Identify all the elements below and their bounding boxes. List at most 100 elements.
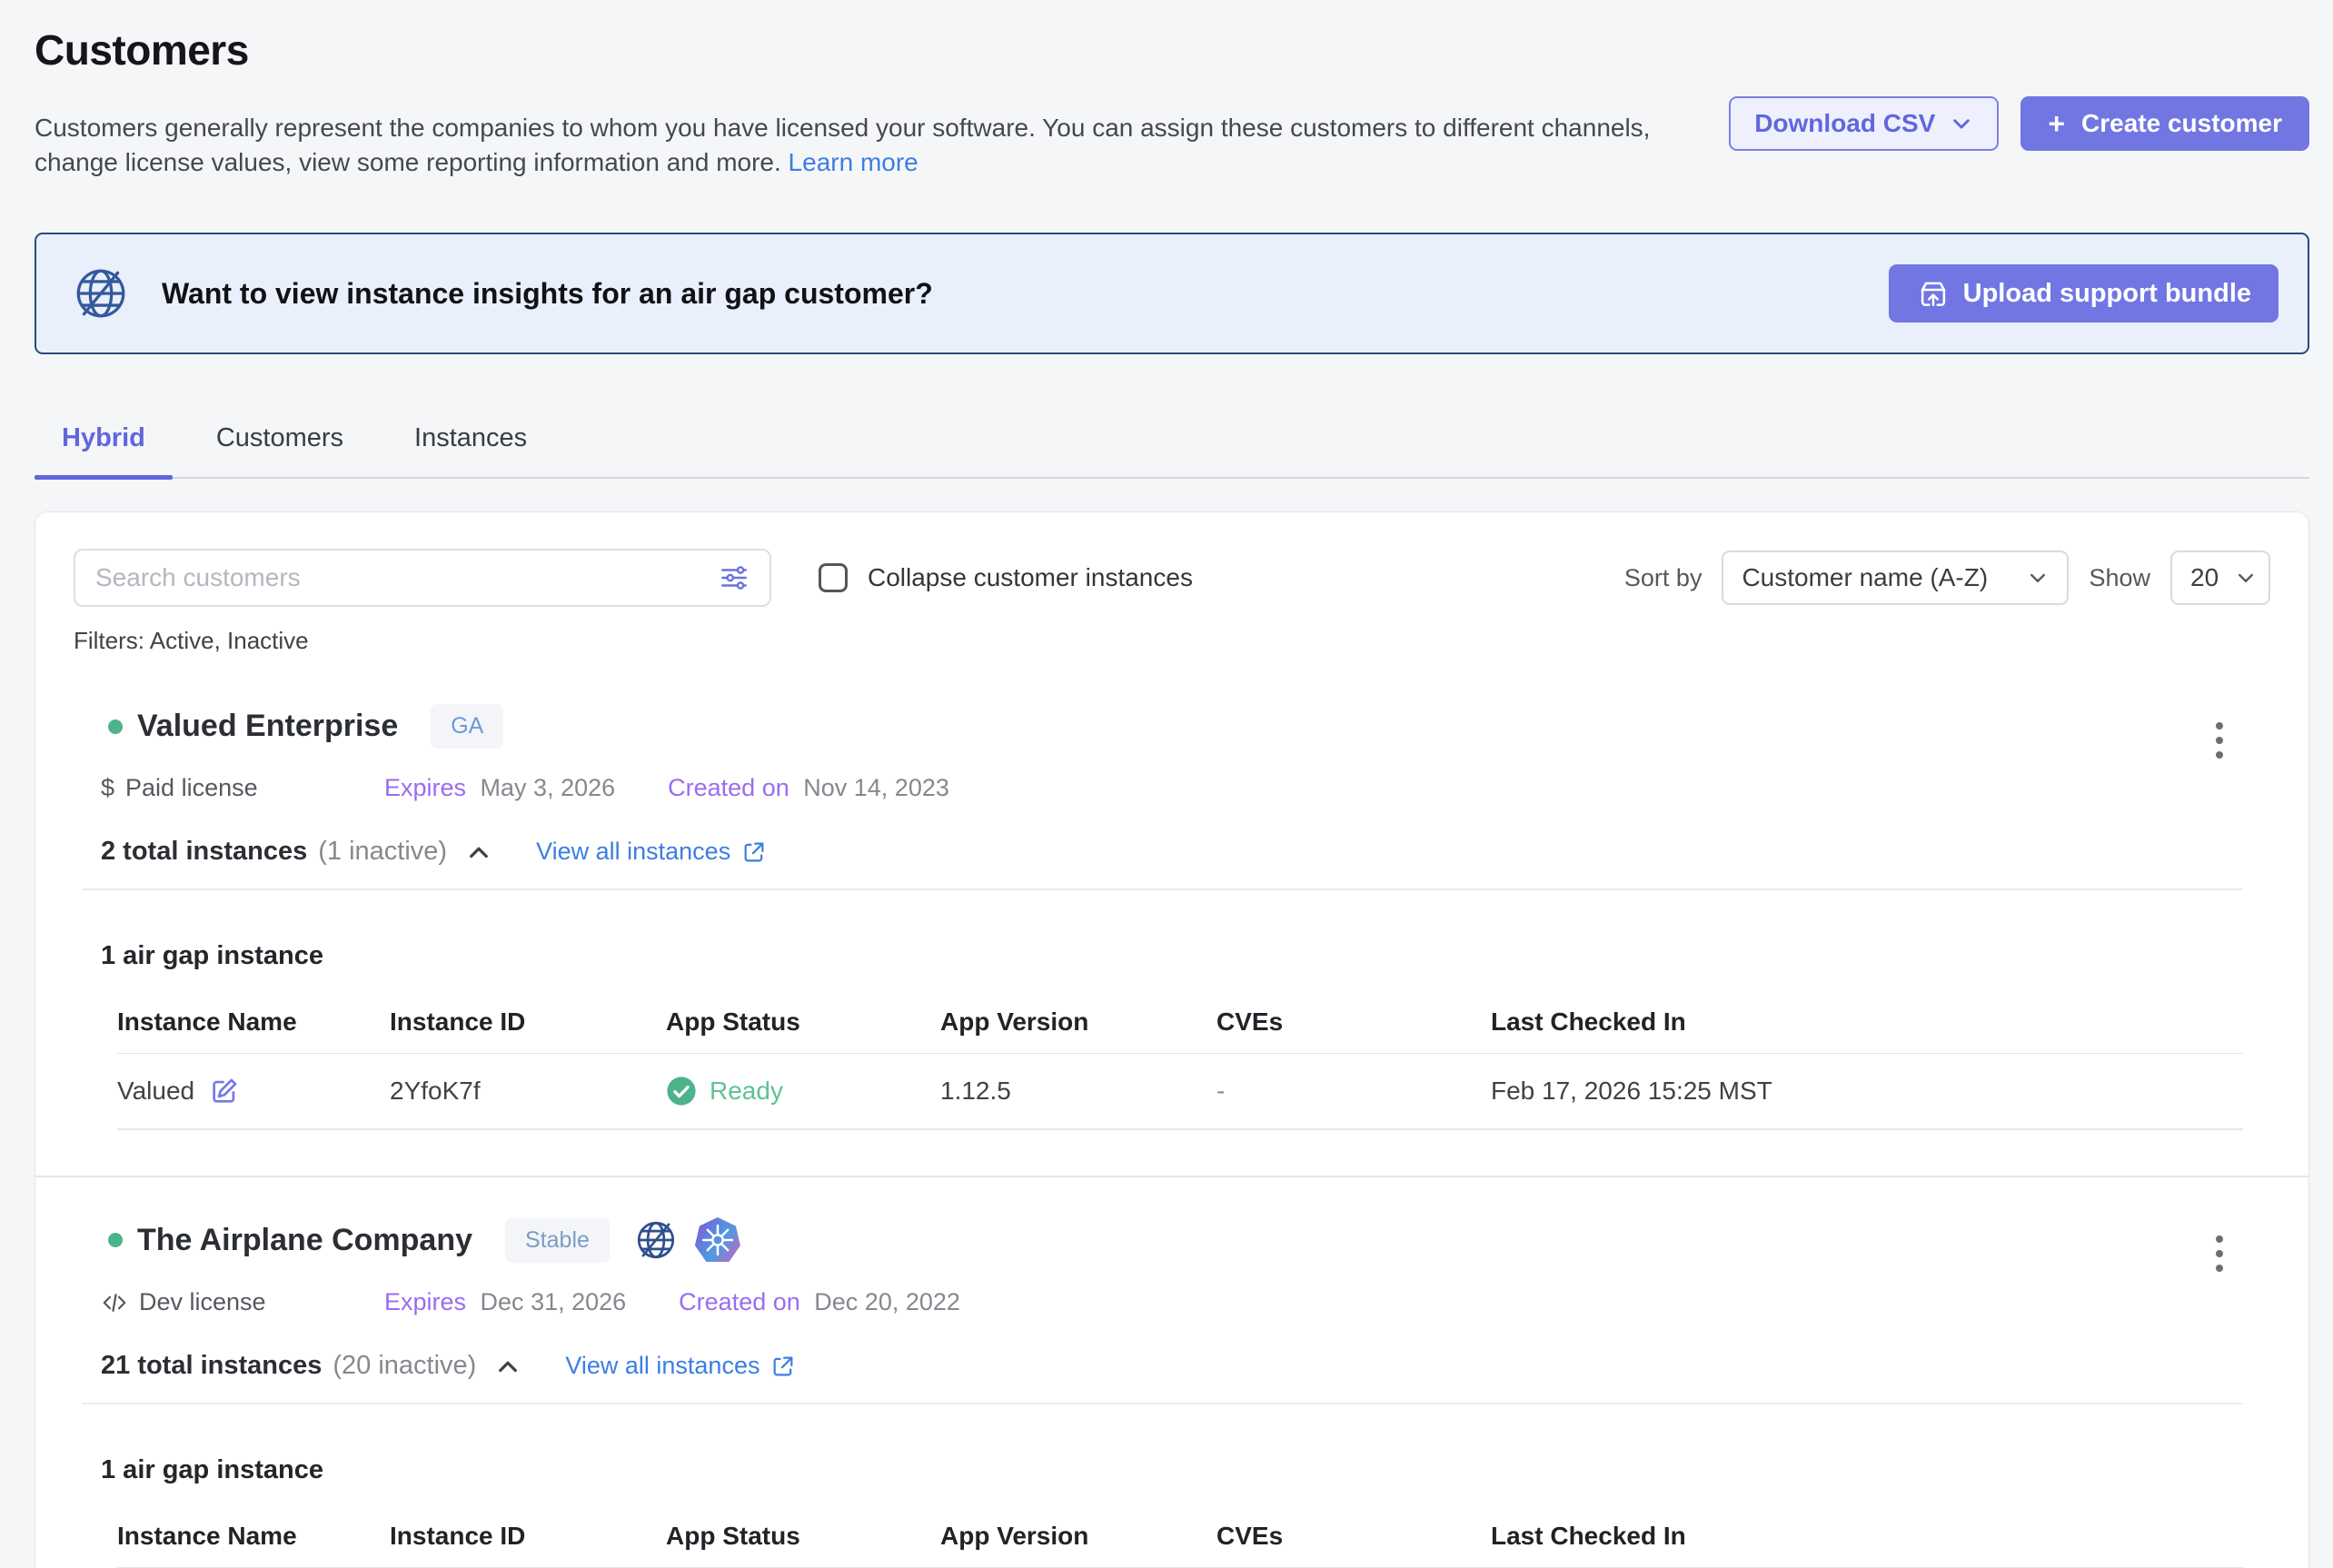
page-title: Customers [35, 25, 2309, 74]
download-csv-label: Download CSV [1754, 109, 1935, 138]
col-instance-id: Instance ID [390, 1522, 666, 1551]
page-description: Customers generally represent the compan… [35, 111, 1661, 180]
learn-more-link[interactable]: Learn more [789, 148, 918, 176]
tab-hybrid[interactable]: Hybrid [35, 418, 173, 477]
total-instances-text: 2 total instances [101, 837, 307, 867]
collapse-instances-label: Collapse customer instances [868, 563, 1193, 592]
upload-support-bundle-label: Upload support bundle [1963, 279, 2251, 309]
created-value: Nov 14, 2023 [803, 774, 949, 801]
expires-pair: Expires Dec 31, 2026 [384, 1288, 626, 1316]
download-csv-button[interactable]: Download CSV [1729, 96, 1999, 151]
app-status: Ready [710, 1077, 783, 1106]
show-select[interactable]: 20 [2170, 551, 2270, 605]
code-icon [101, 1289, 128, 1316]
kubernetes-icon [695, 1217, 740, 1263]
section-divider [83, 888, 2243, 890]
dollar-icon: $ [101, 774, 114, 802]
inactive-instances-text: (20 inactive) [333, 1351, 476, 1381]
tab-instances[interactable]: Instances [387, 418, 554, 477]
sort-by-select[interactable]: Customer name (A-Z) [1722, 551, 2069, 605]
expires-label: Expires [384, 1288, 466, 1315]
toolbar: Collapse customer instances Sort by Cust… [35, 549, 2308, 607]
tab-customers[interactable]: Customers [189, 418, 371, 477]
expires-value: Dec 31, 2026 [481, 1288, 627, 1315]
instances-table-header: Instance Name Instance ID App Status App… [117, 1007, 2243, 1054]
col-last-checked-in: Last Checked In [1491, 1522, 2243, 1551]
search-input[interactable] [95, 563, 719, 592]
app-status-cell: Ready [666, 1076, 940, 1107]
external-link-icon [741, 839, 767, 865]
instances-table: Instance Name Instance ID App Status App… [83, 1007, 2243, 1130]
search-box [74, 549, 771, 607]
collapse-instances-checkbox[interactable] [819, 563, 848, 592]
created-value: Dec 20, 2022 [814, 1288, 960, 1315]
license-type: Dev license [101, 1288, 384, 1316]
plus-icon: + [2048, 107, 2065, 141]
customer-menu-button[interactable] [2207, 1226, 2232, 1281]
upload-support-bundle-button[interactable]: Upload support bundle [1889, 264, 2278, 323]
section-divider [83, 1403, 2243, 1404]
active-status-dot [108, 1233, 123, 1247]
instance-id: 2YfoK7f [390, 1077, 666, 1106]
expires-label: Expires [384, 774, 466, 801]
airgap-globe-icon [633, 1217, 679, 1263]
col-cves: CVEs [1216, 1007, 1491, 1037]
external-link-icon [770, 1354, 796, 1379]
view-all-instances-link[interactable]: View all instances [536, 838, 767, 866]
col-app-version: App Version [940, 1522, 1216, 1551]
chevron-down-icon [2235, 567, 2257, 589]
instance-name: Valued [117, 1077, 194, 1106]
instances-table: Instance Name Instance ID App Status App… [83, 1522, 2243, 1568]
active-status-dot [108, 719, 123, 734]
chevron-down-icon [1950, 112, 1973, 135]
instance-name-cell: Valued [117, 1076, 390, 1107]
collapse-section-chevron-icon[interactable] [465, 839, 492, 866]
create-customer-label: Create customer [2081, 109, 2282, 138]
collapse-section-chevron-icon[interactable] [494, 1353, 521, 1380]
instances-table-header: Instance Name Instance ID App Status App… [117, 1522, 2243, 1568]
customers-page: Customers Customers generally represent … [0, 25, 2333, 1568]
edit-icon[interactable] [209, 1076, 240, 1107]
view-all-instances-link[interactable]: View all instances [565, 1352, 796, 1380]
created-label: Created on [679, 1288, 800, 1315]
last-checked-in: Feb 17, 2026 15:25 MST [1491, 1077, 2243, 1106]
expires-pair: Expires May 3, 2026 [384, 774, 615, 802]
toolbar-right: Sort by Customer name (A-Z) Show 20 [1624, 551, 2270, 605]
customer-name[interactable]: The Airplane Company [137, 1223, 472, 1258]
inactive-instances-text: (1 inactive) [318, 837, 447, 867]
sort-by-value: Customer name (A-Z) [1742, 563, 2010, 592]
airgap-instances-heading: 1 air gap instance [74, 1455, 2270, 1485]
filter-sliders-icon[interactable] [719, 562, 750, 593]
col-instance-id: Instance ID [390, 1007, 666, 1037]
col-instance-name: Instance Name [117, 1007, 390, 1037]
check-circle-icon [666, 1076, 697, 1107]
created-label: Created on [668, 774, 789, 801]
view-all-instances-label: View all instances [565, 1352, 759, 1380]
upload-bundle-icon [1916, 276, 1951, 311]
license-row: Dev license Expires Dec 31, 2026 Created… [74, 1288, 2270, 1316]
col-last-checked-in: Last Checked In [1491, 1007, 2243, 1037]
customer-type-icons [633, 1217, 740, 1263]
sort-by-label: Sort by [1624, 564, 1703, 592]
col-app-version: App Version [940, 1007, 1216, 1037]
customer-menu-button[interactable] [2207, 713, 2232, 768]
license-type-label: Paid license [125, 774, 258, 802]
instances-summary-row: 21 total instances (20 inactive) View al… [74, 1351, 2270, 1381]
expires-value: May 3, 2026 [481, 774, 616, 801]
license-row: $ Paid license Expires May 3, 2026 Creat… [74, 774, 2270, 802]
instances-summary-row: 2 total instances (1 inactive) View all … [74, 837, 2270, 867]
create-customer-button[interactable]: + Create customer [2020, 96, 2309, 151]
customer-name[interactable]: Valued Enterprise [137, 709, 398, 744]
customer-divider [35, 1176, 2308, 1177]
col-instance-name: Instance Name [117, 1522, 390, 1551]
col-app-status: App Status [666, 1522, 940, 1551]
airgap-instances-section: 1 air gap instance [35, 1455, 2308, 1485]
table-row: Valued 2YfoK7f Ready 1.12.5 - Feb 17, 20… [117, 1054, 2243, 1130]
collapse-instances-toggle[interactable]: Collapse customer instances [819, 563, 1193, 592]
col-cves: CVEs [1216, 1522, 1491, 1551]
app-version: 1.12.5 [940, 1077, 1216, 1106]
created-pair: Created on Dec 20, 2022 [679, 1288, 960, 1316]
view-all-instances-label: View all instances [536, 838, 730, 866]
customers-card: Collapse customer instances Sort by Cust… [35, 511, 2309, 1568]
customer-header: Valued Enterprise GA [74, 704, 2270, 749]
